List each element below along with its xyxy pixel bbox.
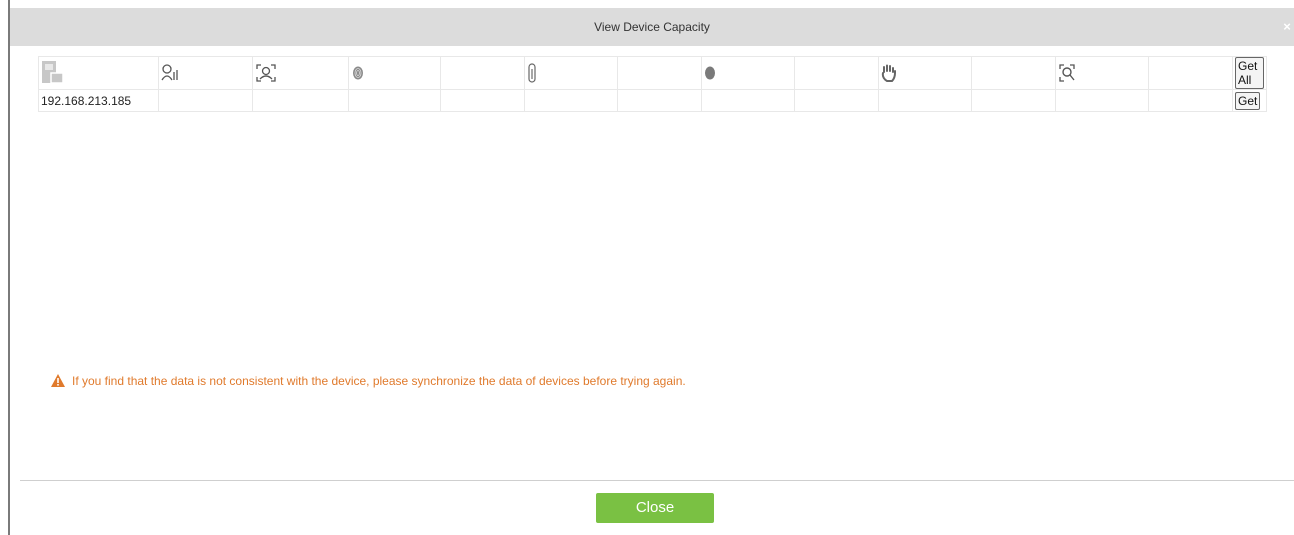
visible-face-icon <box>1059 64 1075 82</box>
face-template-icon <box>705 66 715 80</box>
sync-warning: If you find that the data is not consist… <box>50 373 686 389</box>
close-button[interactable]: Close <box>596 493 714 523</box>
view-device-capacity-dialog: View Device Capacity × Get All 192.168.2… <box>8 0 1294 535</box>
header-device <box>38 56 159 90</box>
header-spacer-4 <box>971 56 1056 90</box>
face-icon <box>256 64 276 82</box>
warning-icon <box>51 374 65 387</box>
header-face-template <box>701 56 795 90</box>
header-spacer-1 <box>440 56 525 90</box>
cell <box>794 89 879 112</box>
cell <box>971 89 1056 112</box>
header-get-all: Get All <box>1232 56 1267 90</box>
header-palm <box>878 56 972 90</box>
header-spacer-3 <box>794 56 879 90</box>
cell <box>878 89 972 112</box>
device-ip-cell: 192.168.213.185 <box>38 89 159 112</box>
fingerprint-icon <box>353 66 363 80</box>
get-button[interactable]: Get <box>1235 91 1261 110</box>
cell <box>617 89 702 112</box>
header-spacer-5 <box>1148 56 1233 90</box>
header-fingerprint <box>348 56 441 90</box>
header-face <box>252 56 349 90</box>
cell <box>252 89 349 112</box>
device-icon <box>42 61 64 84</box>
cell <box>1055 89 1149 112</box>
header-spacer-2 <box>617 56 702 90</box>
warning-text: If you find that the data is not consist… <box>72 374 686 388</box>
cell <box>440 89 525 112</box>
dialog-title: View Device Capacity <box>10 8 1294 46</box>
table-header-row: Get All <box>38 56 1267 90</box>
cell <box>348 89 441 112</box>
user-icon <box>161 64 178 81</box>
cell <box>701 89 795 112</box>
header-finger-vein <box>524 56 618 90</box>
get-all-button[interactable]: Get All <box>1235 57 1264 89</box>
table-row: 192.168.213.185 Get <box>38 89 1267 112</box>
close-icon[interactable]: × <box>1280 8 1294 46</box>
footer-divider <box>20 480 1294 481</box>
cell <box>524 89 618 112</box>
get-cell: Get <box>1232 89 1267 112</box>
cell <box>1148 89 1233 112</box>
header-user <box>158 56 253 90</box>
palm-icon <box>881 64 896 82</box>
header-visible-face <box>1055 56 1149 90</box>
cell <box>158 89 253 112</box>
finger-vein-icon <box>528 63 536 83</box>
capacity-table: Get All 192.168.213.185 Get <box>38 56 1267 112</box>
